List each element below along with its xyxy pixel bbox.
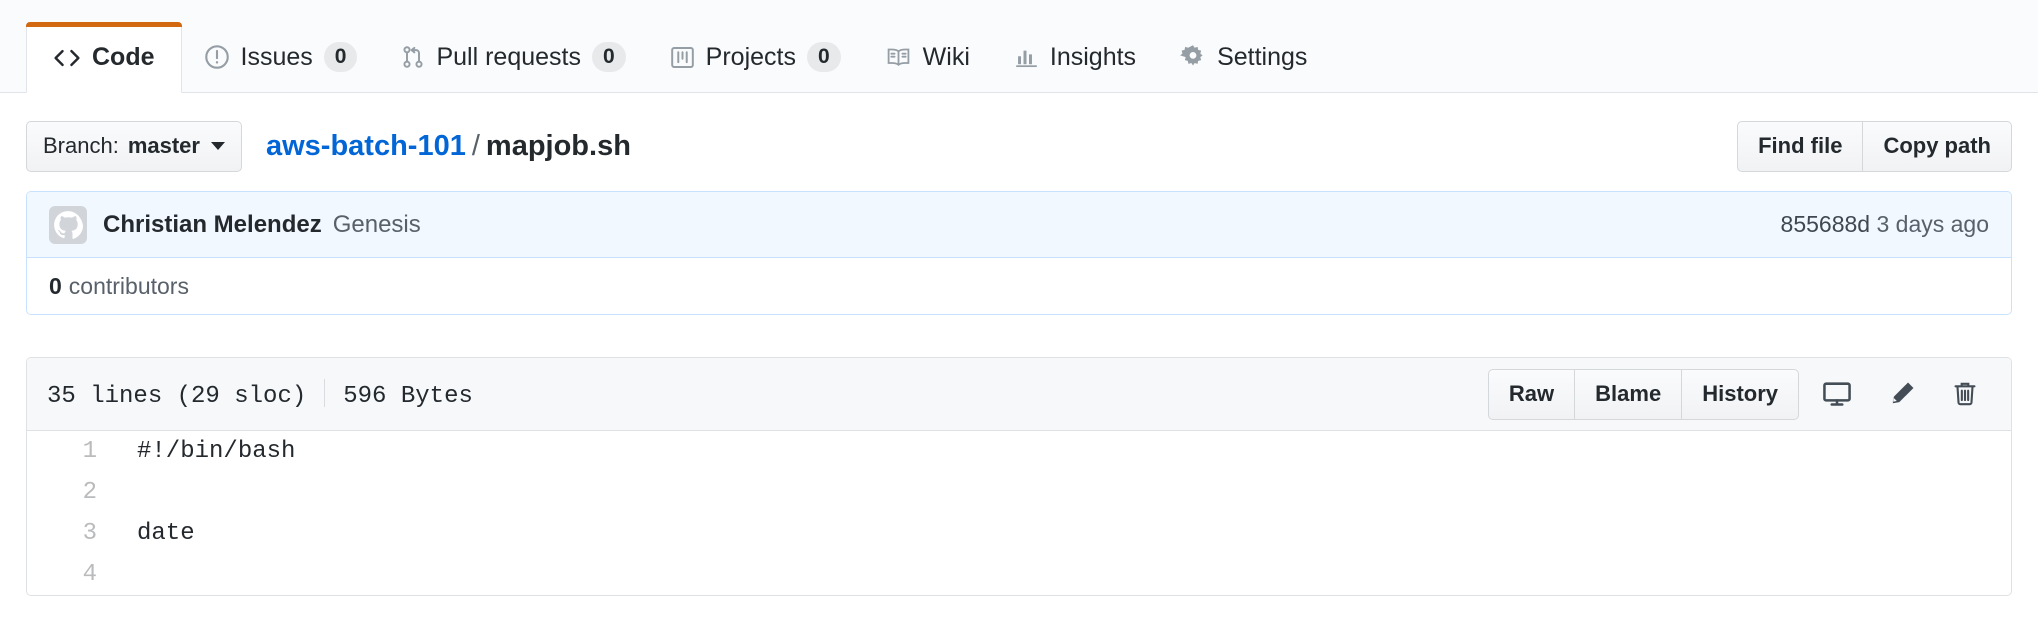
- repo-content: Branch: master aws-batch-101/mapjob.sh F…: [0, 93, 2038, 596]
- book-icon: [885, 45, 912, 69]
- delete-trash-icon[interactable]: [1939, 368, 1991, 420]
- breadcrumb-repo-link[interactable]: aws-batch-101: [266, 130, 466, 162]
- tab-label-insights: Insights: [1050, 45, 1136, 70]
- breadcrumb-file-name: mapjob.sh: [486, 130, 631, 162]
- breadcrumb: aws-batch-101/mapjob.sh: [266, 130, 631, 163]
- contributors-count: 0: [49, 273, 62, 300]
- find-file-button[interactable]: Find file: [1737, 121, 1863, 172]
- branch-name-label: master: [128, 133, 200, 159]
- breadcrumb-separator: /: [472, 130, 480, 162]
- history-button[interactable]: History: [1681, 369, 1799, 420]
- file-navigation-actions: Find file Copy path: [1737, 121, 2012, 172]
- project-board-icon: [670, 45, 695, 70]
- tab-label-settings: Settings: [1217, 45, 1307, 70]
- projects-count-badge: 0: [807, 42, 841, 72]
- line-number[interactable]: 2: [27, 472, 115, 513]
- branch-prefix-label: Branch:: [43, 133, 119, 159]
- file-meta-divider: [324, 379, 325, 407]
- file-meta: 35 lines (29 sloc) 596 Bytes: [47, 379, 473, 410]
- file-header: 35 lines (29 sloc) 596 Bytes Raw Blame Hi…: [27, 358, 2011, 431]
- tab-wiki[interactable]: Wiki: [863, 22, 992, 92]
- commit-message[interactable]: Genesis: [333, 211, 421, 239]
- issues-count-badge: 0: [324, 42, 358, 72]
- raw-button[interactable]: Raw: [1488, 369, 1575, 420]
- code-line: 2: [27, 472, 2011, 513]
- git-pull-request-icon: [401, 44, 425, 70]
- line-number[interactable]: 1: [27, 431, 115, 472]
- file-actions: Raw Blame History: [1488, 368, 1991, 420]
- line-content: date: [115, 513, 2011, 554]
- tab-label-code: Code: [92, 45, 155, 70]
- commit-author-name[interactable]: Christian Melendez: [103, 211, 322, 239]
- file-view-buttons: Raw Blame History: [1488, 369, 1799, 420]
- line-number[interactable]: 3: [27, 513, 115, 554]
- latest-commit-box: Christian Melendez Genesis 855688d 3 day…: [26, 191, 2012, 315]
- tab-settings[interactable]: Settings: [1158, 22, 1329, 92]
- contributors-row[interactable]: 0 contributors: [27, 258, 2011, 314]
- tab-issues[interactable]: Issues 0: [182, 22, 380, 92]
- file-size: 596 Bytes: [343, 383, 473, 410]
- code-icon: [53, 45, 81, 71]
- file-code-view: 1 #!/bin/bash 2 3 date 4: [27, 431, 2011, 595]
- tab-insights[interactable]: Insights: [992, 22, 1158, 92]
- tab-label-issues: Issues: [241, 45, 313, 70]
- issue-opened-icon: [204, 44, 230, 70]
- branch-selector-button[interactable]: Branch: master: [26, 121, 242, 172]
- pull-requests-count-badge: 0: [592, 42, 626, 72]
- file-navigation: Branch: master aws-batch-101/mapjob.sh F…: [26, 93, 2012, 175]
- graph-bar-icon: [1014, 45, 1039, 70]
- file-box: 35 lines (29 sloc) 596 Bytes Raw Blame Hi…: [26, 357, 2012, 596]
- copy-path-button[interactable]: Copy path: [1862, 121, 2012, 172]
- tab-pull-requests[interactable]: Pull requests 0: [379, 22, 647, 92]
- tab-label-pull-requests: Pull requests: [436, 45, 581, 70]
- code-line: 3 date: [27, 513, 2011, 554]
- octocat-avatar[interactable]: [49, 206, 87, 244]
- tab-label-projects: Projects: [706, 45, 796, 70]
- tab-label-wiki: Wiki: [923, 45, 970, 70]
- blame-button[interactable]: Blame: [1574, 369, 1682, 420]
- chevron-down-icon: [211, 142, 225, 150]
- commit-relative-time: 3 days ago: [1876, 211, 1989, 237]
- commit-sha[interactable]: 855688d: [1781, 211, 1871, 237]
- code-line: 1 #!/bin/bash: [27, 431, 2011, 472]
- line-number[interactable]: 4: [27, 554, 115, 595]
- open-in-desktop-icon[interactable]: [1811, 368, 1863, 420]
- contributors-label: contributors: [69, 273, 189, 300]
- code-line: 4: [27, 554, 2011, 595]
- gear-icon: [1180, 44, 1206, 70]
- file-lines-summary: 35 lines (29 sloc): [47, 383, 306, 410]
- edit-pencil-icon[interactable]: [1875, 368, 1927, 420]
- latest-commit-row: Christian Melendez Genesis 855688d 3 day…: [27, 192, 2011, 258]
- commit-meta: 855688d 3 days ago: [1781, 211, 1989, 238]
- tab-code[interactable]: Code: [26, 22, 182, 93]
- repository-nav: Code Issues 0 Pull requests 0: [0, 0, 2038, 93]
- line-content: #!/bin/bash: [115, 431, 2011, 472]
- tab-projects[interactable]: Projects 0: [648, 22, 863, 92]
